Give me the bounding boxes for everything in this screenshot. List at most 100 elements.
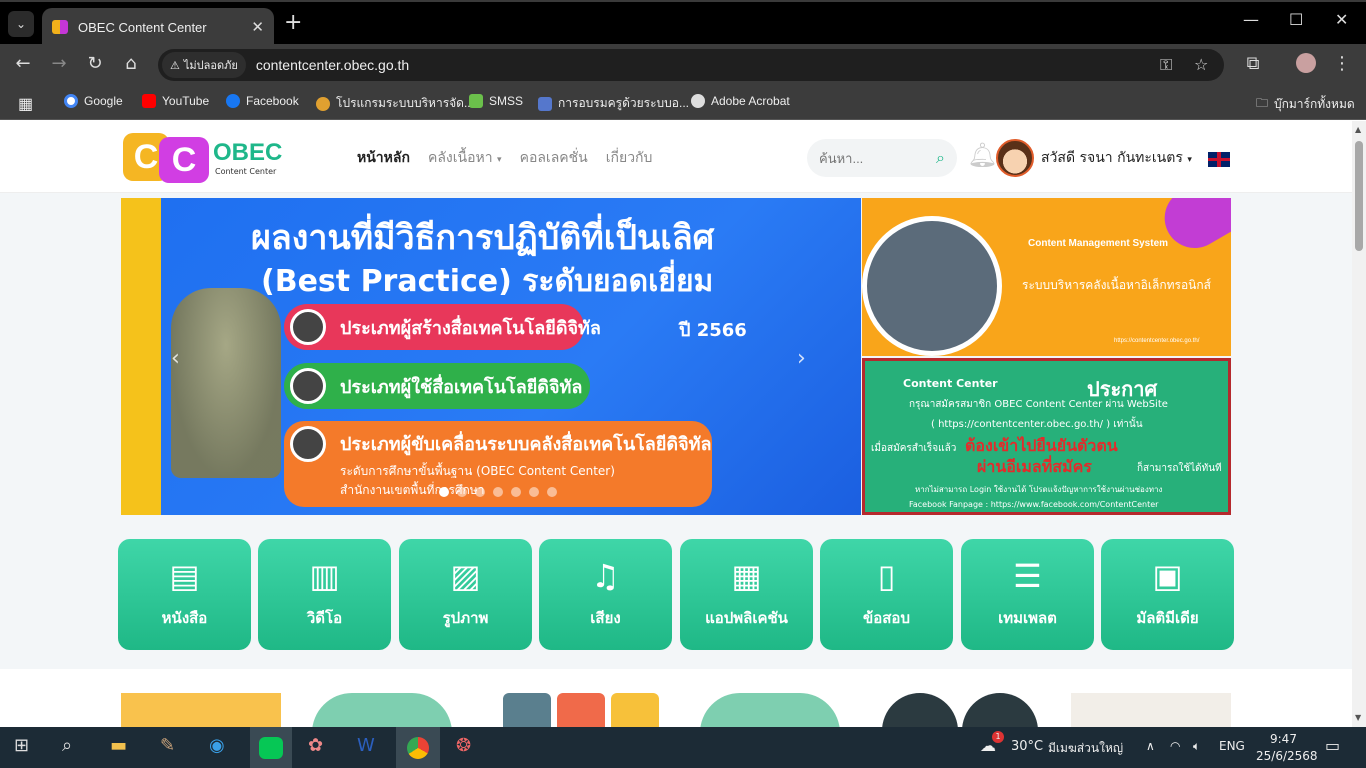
bookmark-youtube[interactable]: YouTube bbox=[142, 94, 209, 108]
clock-date[interactable]: 25/6/2568 bbox=[1256, 749, 1318, 763]
reload-icon[interactable]: ↻ bbox=[83, 53, 107, 74]
search-taskbar-icon[interactable]: ⌕ bbox=[62, 735, 72, 756]
carousel-dot[interactable] bbox=[439, 487, 449, 497]
language-indicator[interactable]: ENG bbox=[1219, 739, 1245, 753]
category-multimedia[interactable]: ▣ มัลติมีเดีย bbox=[1101, 539, 1234, 650]
carousel-indicators bbox=[439, 487, 557, 497]
site-logo[interactable]: C C OBEC Content Center bbox=[123, 129, 283, 185]
content-card[interactable] bbox=[121, 693, 281, 727]
content-card[interactable] bbox=[882, 693, 958, 727]
user-menu[interactable]: สวัสดี รจนา กันทะเนตร ▾ bbox=[1041, 147, 1192, 169]
film-icon: ▥ bbox=[309, 556, 340, 595]
carousel-dot[interactable] bbox=[547, 487, 557, 497]
banner-carousel[interactable]: ผลงานที่มีวิธีการปฏิบัติที่เป็นเลิศ (Bes… bbox=[121, 198, 861, 515]
windows-start-icon[interactable]: ⊞ bbox=[14, 735, 29, 756]
nav-about[interactable]: เกี่ยวกับ bbox=[606, 147, 653, 169]
search-icon[interactable]: ⌕ bbox=[936, 148, 945, 168]
nav-collections[interactable]: คอลเลคชั่น bbox=[520, 147, 588, 169]
category-images[interactable]: ▨ รูปภาพ bbox=[399, 539, 532, 650]
weather-temp[interactable]: 30°C bbox=[1011, 739, 1043, 754]
line-app-icon[interactable] bbox=[250, 727, 292, 768]
tab-search-button[interactable]: ⌄ bbox=[8, 11, 34, 37]
apps-grid-icon[interactable]: ▦ bbox=[18, 94, 33, 114]
word-icon[interactable]: W bbox=[357, 735, 375, 756]
training-icon bbox=[538, 96, 552, 111]
bookmark-google[interactable]: Google bbox=[64, 94, 123, 108]
page-scrollbar[interactable]: ▲ ▼ bbox=[1352, 121, 1366, 727]
all-bookmarks[interactable]: 🗀 บุ๊กมาร์กทั้งหมด bbox=[1256, 94, 1355, 115]
bookmark-program[interactable]: โปรแกรมระบบบริหารจัด... bbox=[316, 94, 474, 113]
bookmark-facebook[interactable]: Facebook bbox=[226, 94, 299, 108]
home-icon[interactable]: ⌂ bbox=[119, 53, 143, 74]
bookmark-smss[interactable]: SMSS bbox=[469, 94, 523, 108]
browser-menu-icon[interactable]: ⋮ bbox=[1330, 53, 1354, 74]
category-audio[interactable]: ♫ เสียง bbox=[539, 539, 672, 650]
browser-tab[interactable]: OBEC Content Center ✕ bbox=[42, 8, 274, 46]
close-window-icon[interactable]: ✕ bbox=[1335, 10, 1348, 29]
maximize-icon[interactable]: ☐ bbox=[1289, 10, 1303, 29]
url-text[interactable]: contentcenter.obec.go.th bbox=[256, 57, 409, 73]
banner-headline-1: ผลงานที่มีวิธีการปฏิบัติที่เป็นเลิศ bbox=[251, 218, 715, 258]
nav-content-library[interactable]: คลังเนื้อหา ▾ bbox=[428, 147, 502, 169]
bookmark-training[interactable]: การอบรมครูด้วยระบบอ... bbox=[538, 94, 689, 113]
announcement-banner[interactable]: Content Center ประกาศ กรุณาสมัครสมาชิก O… bbox=[862, 358, 1231, 515]
category-templates[interactable]: ☰ เทมเพลต bbox=[961, 539, 1094, 650]
shuffle-tile[interactable] bbox=[611, 693, 659, 727]
content-card[interactable] bbox=[700, 693, 840, 727]
banner-section: ผลงานที่มีวิธีการปฏิบัติที่เป็นเลิศ (Bes… bbox=[0, 193, 1352, 519]
new-tab-button[interactable]: + bbox=[284, 12, 302, 34]
security-indicator[interactable]: ⚠ ไม่ปลอดภัย bbox=[162, 52, 246, 78]
search-input[interactable] bbox=[819, 150, 919, 166]
carousel-dot[interactable] bbox=[457, 487, 467, 497]
minimize-icon[interactable]: — bbox=[1243, 10, 1259, 29]
volume-icon[interactable]: 🔈︎ bbox=[1193, 739, 1200, 754]
category-apps[interactable]: ▦ แอปพลิเคชัน bbox=[680, 539, 813, 650]
tray-overflow-icon[interactable]: ∧ bbox=[1146, 739, 1155, 753]
uk-flag-icon[interactable] bbox=[1208, 152, 1230, 167]
file-explorer-icon[interactable]: ▬ bbox=[110, 735, 127, 756]
app-icon[interactable]: ✿ bbox=[308, 735, 323, 756]
cms-banner[interactable]: Content Management System ระบบบริหารคลัง… bbox=[862, 198, 1231, 356]
profile-avatar[interactable] bbox=[1294, 53, 1318, 78]
paint-icon[interactable]: ✎ bbox=[160, 735, 175, 756]
category-video[interactable]: ▥ วิดีโอ bbox=[258, 539, 391, 650]
category-books[interactable]: ▤ หนังสือ bbox=[118, 539, 251, 650]
edge-icon[interactable]: ◉ bbox=[209, 735, 225, 756]
carousel-dot[interactable] bbox=[493, 487, 503, 497]
category-exams[interactable]: ▯ ข้อสอบ bbox=[820, 539, 953, 650]
extensions-icon[interactable]: ⧉ bbox=[1241, 53, 1265, 74]
bookmark-adobe[interactable]: Adobe Acrobat bbox=[691, 94, 790, 108]
content-card[interactable] bbox=[962, 693, 1038, 727]
carousel-prev-icon[interactable]: ‹ bbox=[171, 346, 180, 371]
nav-home[interactable]: หน้าหลัก bbox=[357, 147, 410, 169]
network-icon[interactable]: ◠ bbox=[1170, 739, 1180, 753]
scroll-up-icon[interactable]: ▲ bbox=[1355, 125, 1361, 134]
scroll-thumb[interactable] bbox=[1355, 141, 1363, 251]
back-icon[interactable]: ← bbox=[11, 53, 35, 74]
tab-close-icon[interactable]: ✕ bbox=[251, 18, 264, 36]
content-card[interactable] bbox=[312, 693, 452, 727]
banner-year: ปี 2566 bbox=[679, 320, 747, 341]
carousel-dot[interactable] bbox=[511, 487, 521, 497]
clock-time[interactable]: 9:47 bbox=[1270, 732, 1297, 746]
carousel-dot[interactable] bbox=[529, 487, 539, 497]
content-card[interactable] bbox=[1071, 693, 1231, 727]
power-tile[interactable] bbox=[503, 693, 551, 727]
cms-url: https://contentcenter.obec.go.th/ bbox=[1114, 338, 1200, 344]
announce-line-5: หากไม่สามารถ Login ใช้งานได้ โปรดแจ้งปัญ… bbox=[915, 485, 1163, 494]
forward-icon[interactable]: → bbox=[47, 53, 71, 74]
notification-bell-icon[interactable]: 🔔︎ bbox=[967, 141, 997, 169]
address-bar[interactable]: ⚠ ไม่ปลอดภัย contentcenter.obec.go.th ⚿ … bbox=[158, 49, 1224, 81]
scroll-down-icon[interactable]: ▼ bbox=[1355, 713, 1361, 722]
carousel-next-icon[interactable]: › bbox=[797, 346, 806, 371]
app-icon[interactable]: ❂ bbox=[456, 735, 471, 756]
carousel-dot[interactable] bbox=[475, 487, 485, 497]
weather-description[interactable]: มีเมฆส่วนใหญ่ bbox=[1048, 739, 1123, 758]
password-key-icon[interactable]: ⚿ bbox=[1160, 55, 1172, 75]
chrome-taskbar-icon[interactable] bbox=[396, 727, 440, 768]
redo-tile[interactable] bbox=[557, 693, 605, 727]
notifications-icon[interactable]: ▭ bbox=[1325, 736, 1340, 755]
bookmark-star-icon[interactable]: ☆ bbox=[1194, 55, 1208, 74]
bookmark-label: Facebook bbox=[246, 94, 299, 108]
user-avatar[interactable] bbox=[996, 139, 1034, 177]
